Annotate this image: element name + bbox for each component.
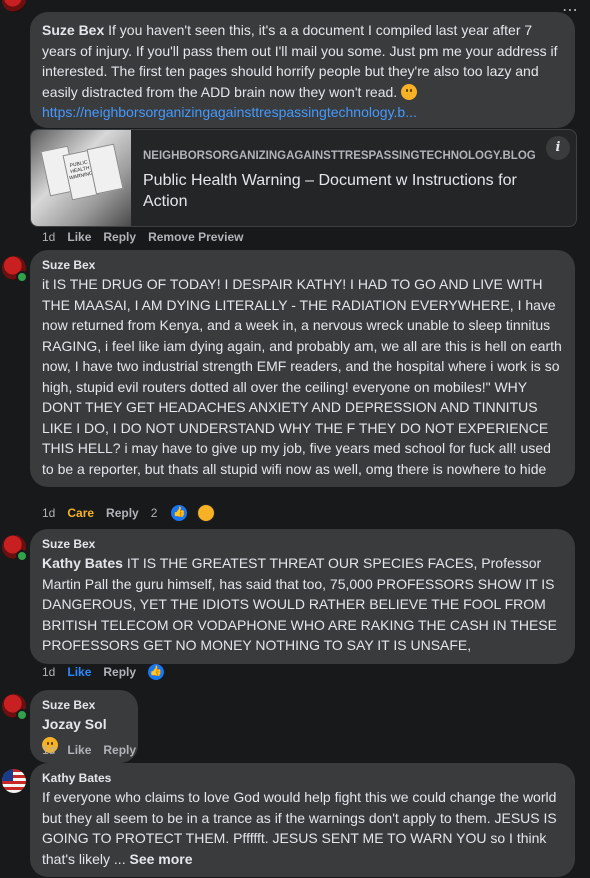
preview-thumbnail: PUBLIC HEALTH WARNING bbox=[31, 130, 131, 226]
comment-bubble: Suze Bex If you haven't seen this, it's … bbox=[30, 12, 575, 128]
preview-domain: NEIGHBORSORGANIZINGAGAINSTTRESPASSINGTEC… bbox=[143, 150, 536, 162]
avatar[interactable] bbox=[2, 0, 26, 12]
avatar[interactable] bbox=[2, 769, 26, 793]
link-preview-card[interactable]: PUBLIC HEALTH WARNING NEIGHBORSORGANIZIN… bbox=[30, 129, 577, 227]
care-button[interactable]: Care bbox=[67, 506, 94, 520]
comment-author[interactable]: Suze Bex bbox=[42, 22, 104, 38]
reply-button[interactable]: Reply bbox=[103, 230, 136, 244]
comment-time[interactable]: 1d bbox=[42, 506, 55, 520]
like-reaction-icon: 👍 bbox=[171, 505, 188, 521]
comment-link[interactable]: https://neighborsorganizingagainsttrespa… bbox=[42, 102, 563, 122]
online-status-indicator bbox=[16, 271, 28, 283]
comment-time[interactable]: 1d bbox=[42, 743, 55, 757]
comment-bubble: Suze Bex it IS THE DRUG OF TODAY! I DESP… bbox=[30, 250, 575, 487]
like-button[interactable]: Like bbox=[67, 665, 91, 679]
preview-title[interactable]: Public Health Warning – Document w Instr… bbox=[143, 170, 563, 212]
comment-actions: 1d Care Reply 2 👍 bbox=[42, 504, 239, 522]
sad-face-emoji-icon bbox=[401, 83, 418, 100]
comment-bubble: Suze Bex Kathy Bates IT IS THE GREATEST … bbox=[30, 529, 575, 664]
reactions-summary[interactable]: 2 👍 bbox=[151, 504, 228, 522]
comment-text: it IS THE DRUG OF TODAY! I DESPAIR KATHY… bbox=[42, 276, 562, 477]
reply-button[interactable]: Reply bbox=[103, 665, 136, 679]
like-button[interactable]: Like bbox=[67, 743, 91, 757]
like-reaction-icon[interactable]: 👍 bbox=[148, 664, 165, 680]
comment-time[interactable]: 1d bbox=[42, 230, 55, 244]
online-status-indicator bbox=[16, 550, 28, 562]
comment-time[interactable]: 1d bbox=[42, 665, 55, 679]
reaction-count: 2 bbox=[150, 506, 158, 520]
reply-button[interactable]: Reply bbox=[103, 743, 136, 757]
comment-actions: 1d Like Reply Remove Preview bbox=[42, 230, 255, 244]
comment-text: If everyone who claims to love God would… bbox=[42, 789, 557, 867]
mention-link[interactable]: Jozay Sol bbox=[42, 716, 107, 732]
online-status-indicator bbox=[16, 709, 28, 721]
comment-text: If you haven't seen this, it's a a docum… bbox=[42, 22, 558, 100]
reply-button[interactable]: Reply bbox=[106, 506, 139, 520]
comment-author[interactable]: Suze Bex bbox=[42, 698, 126, 712]
comment-bubble: Kathy Bates If everyone who claims to lo… bbox=[30, 763, 575, 877]
comment-author[interactable]: Suze Bex bbox=[42, 537, 563, 551]
comment-author[interactable]: Suze Bex bbox=[42, 258, 563, 272]
comment-actions: 1d Like Reply 👍 bbox=[42, 664, 176, 680]
mention-link[interactable]: Kathy Bates bbox=[42, 555, 123, 571]
care-reaction-icon bbox=[197, 504, 216, 522]
see-more-link[interactable]: See more bbox=[129, 851, 192, 867]
comment-actions: 1d Like Reply bbox=[42, 743, 148, 757]
like-button[interactable]: Like bbox=[67, 230, 91, 244]
comment-author[interactable]: Kathy Bates bbox=[42, 771, 563, 785]
remove-preview-button[interactable]: Remove Preview bbox=[148, 230, 243, 244]
info-icon[interactable]: i bbox=[546, 136, 570, 160]
